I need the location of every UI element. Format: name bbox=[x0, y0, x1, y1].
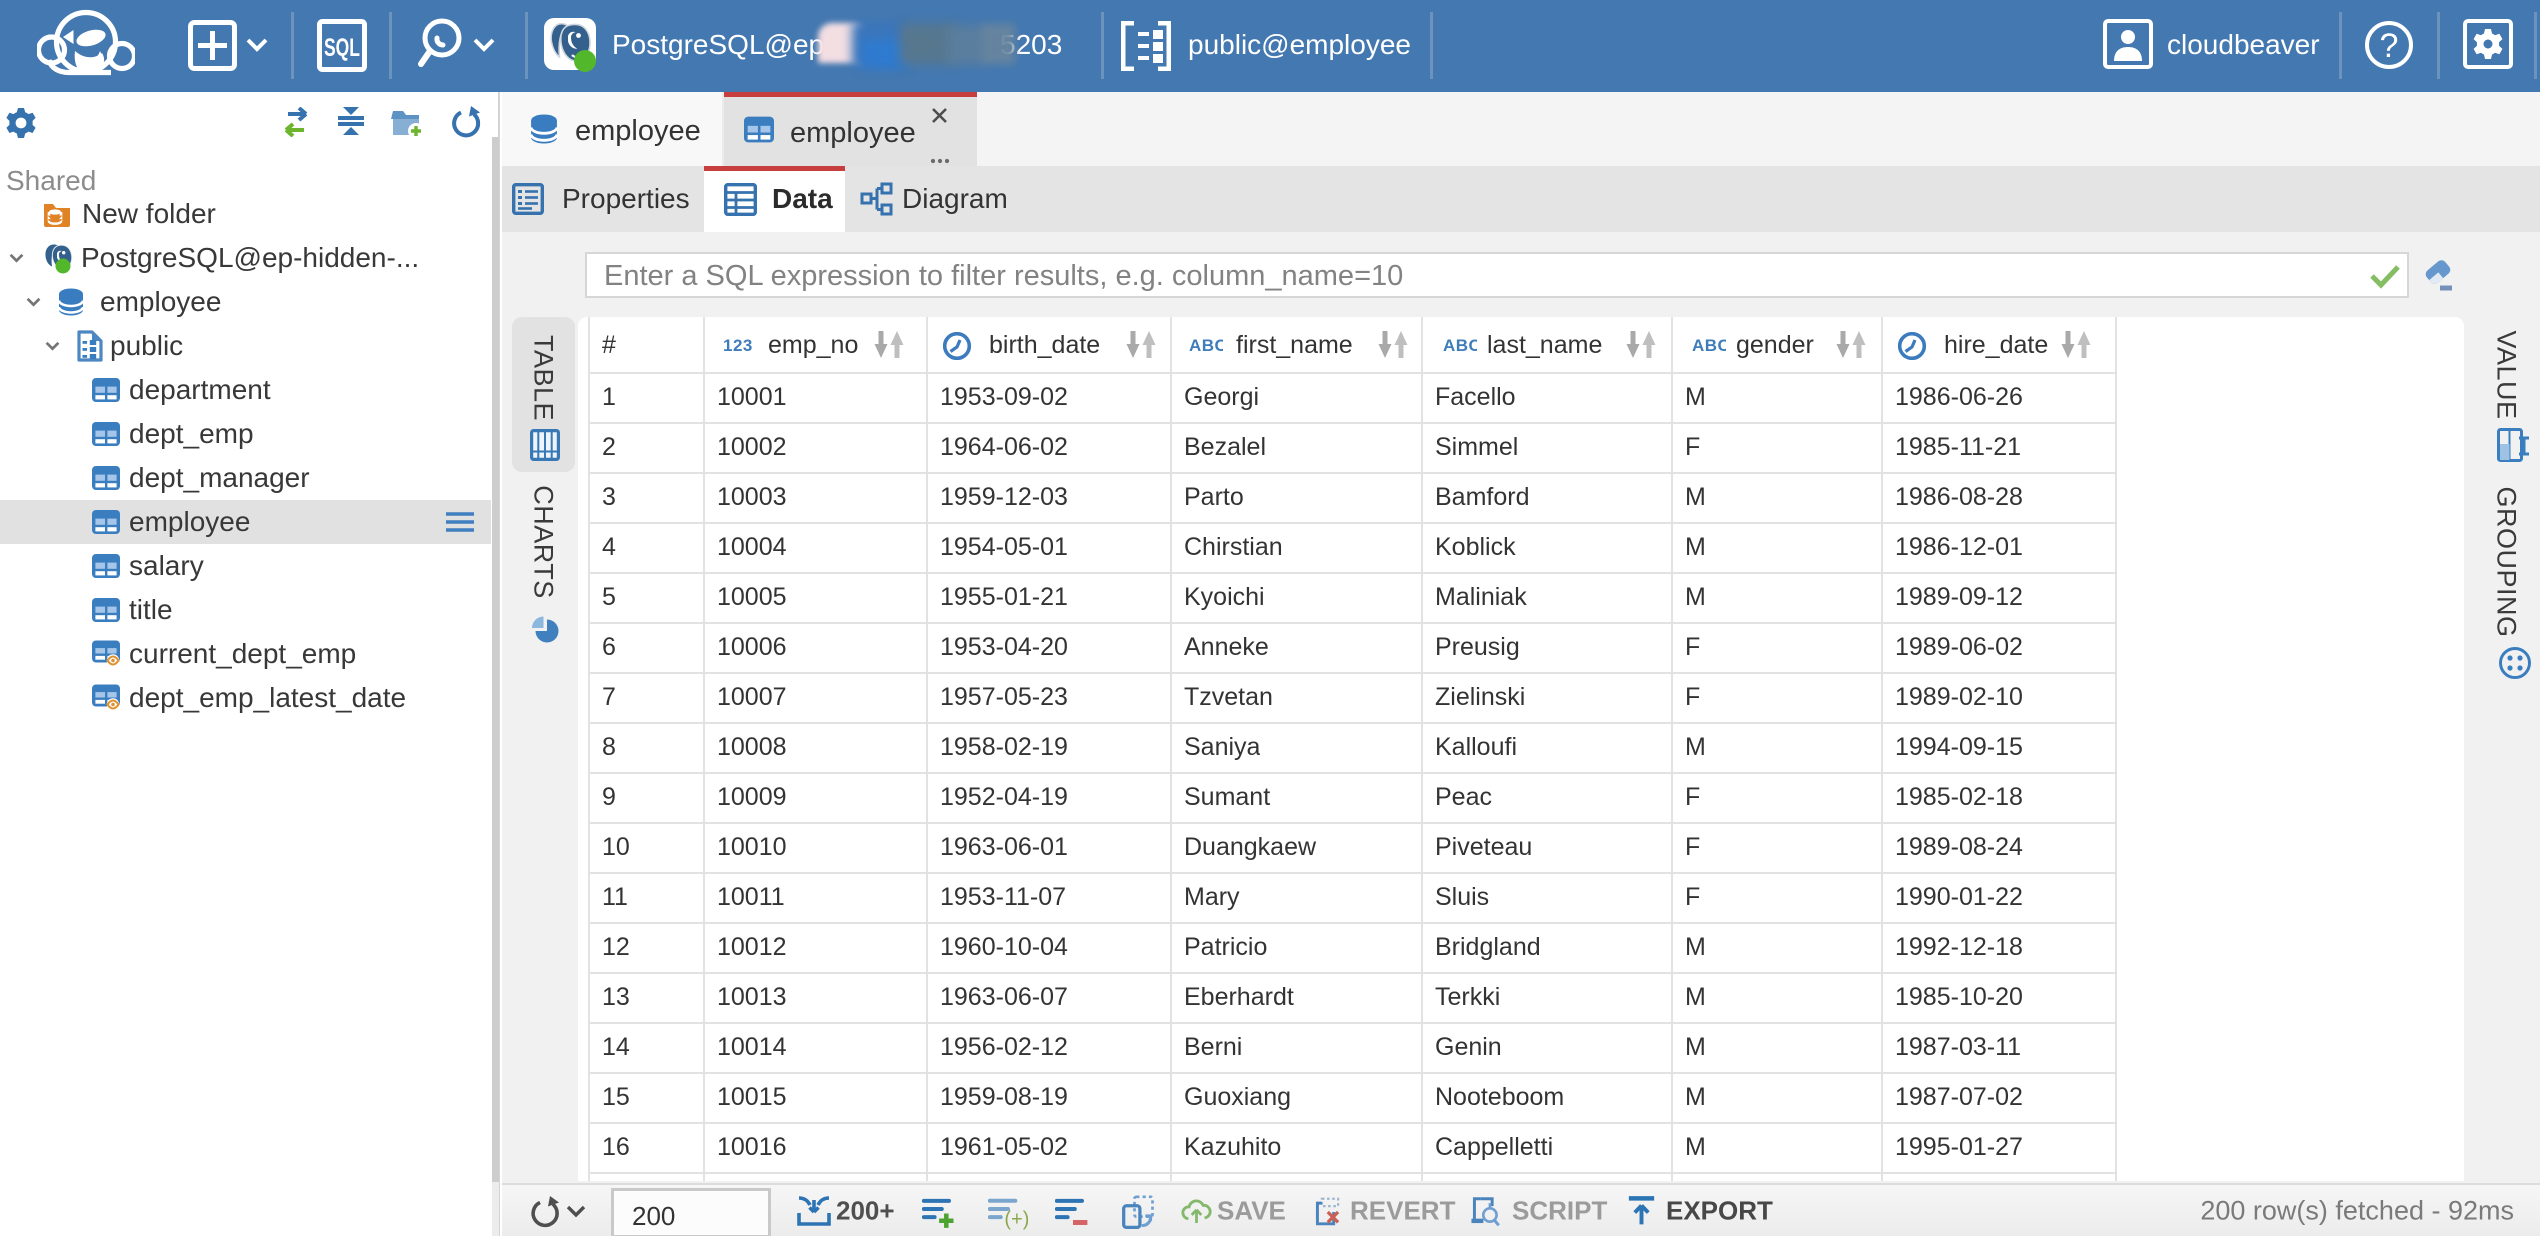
svg-text:ABC: ABC bbox=[1189, 336, 1223, 355]
svg-text:?: ? bbox=[2380, 27, 2399, 65]
svg-text:ABC: ABC bbox=[1443, 336, 1477, 355]
svg-text:(+): (+) bbox=[1004, 1208, 1028, 1230]
svg-text:123: 123 bbox=[723, 336, 753, 355]
svg-text:ABC: ABC bbox=[1692, 336, 1726, 355]
svg-text:SQL: SQL bbox=[324, 34, 360, 62]
